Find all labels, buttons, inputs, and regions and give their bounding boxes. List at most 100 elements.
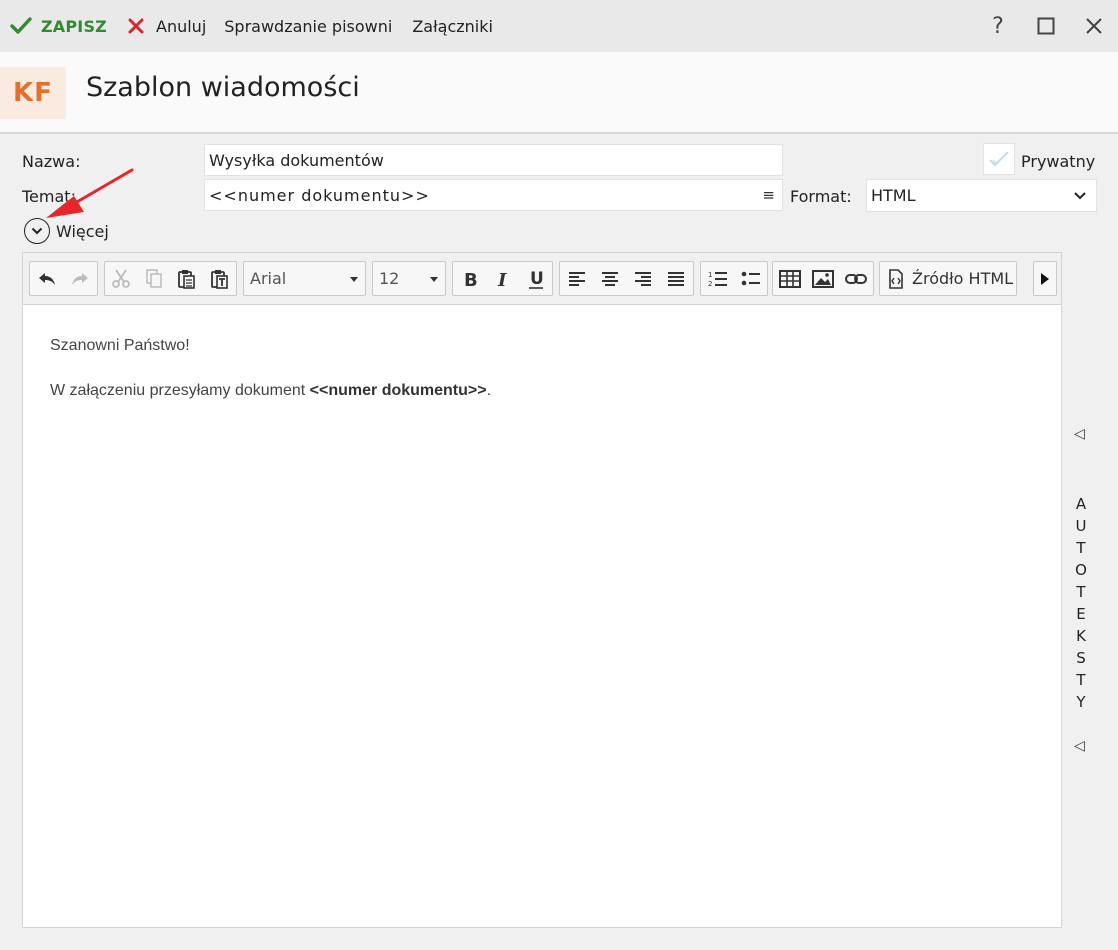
document-number-placeholder: <<numer dokumentu>> xyxy=(309,382,487,399)
bold-icon: B xyxy=(464,270,477,288)
attachments-button[interactable]: Załączniki xyxy=(412,0,493,52)
close-x-icon xyxy=(128,18,144,34)
body-prefix: W załączeniu przesyłamy dokument xyxy=(50,382,310,399)
editor-toolbar: Arial 12 B I U 1 2 Źródło HTML xyxy=(23,253,1061,305)
font-family-value: Arial xyxy=(250,269,287,288)
triangle-left-icon[interactable]: ◁ xyxy=(1074,426,1085,442)
align-justify-button[interactable] xyxy=(659,262,692,295)
html-source-button[interactable]: Źródło HTML xyxy=(879,261,1017,296)
autotext-letter: Y xyxy=(1076,693,1086,711)
menu-icon[interactable]: ≡ xyxy=(762,186,776,204)
bold-button[interactable]: B xyxy=(453,262,486,295)
save-button[interactable]: ZAPISZ xyxy=(10,0,107,52)
autotext-letter: T xyxy=(1076,671,1086,689)
list-group: 12 xyxy=(700,261,768,296)
align-center-button[interactable] xyxy=(593,262,626,295)
paste-icon xyxy=(177,269,195,289)
save-label: ZAPISZ xyxy=(41,16,107,36)
image-icon xyxy=(811,269,834,288)
alignment-group xyxy=(559,261,694,296)
font-size-select[interactable]: 12 xyxy=(372,261,446,296)
redo-icon xyxy=(71,272,88,285)
check-icon xyxy=(989,151,1009,167)
copy-button[interactable] xyxy=(138,262,171,295)
rich-text-editor: Arial 12 B I U 1 2 Źródło HTML Szanowni … xyxy=(22,252,1062,928)
help-button[interactable]: ? xyxy=(974,0,1022,52)
name-value: Wysyłka dokumentów xyxy=(209,150,384,170)
dropdown-caret-icon xyxy=(430,277,438,282)
cancel-button[interactable]: Anuluj xyxy=(127,0,206,52)
spellcheck-button[interactable]: Sprawdzanie pisowni xyxy=(224,0,392,52)
more-label: Więcej xyxy=(56,221,109,241)
history-group xyxy=(29,261,98,296)
help-icon: ? xyxy=(992,13,1004,39)
numbered-list-icon: 12 xyxy=(708,271,727,288)
cancel-label: Anuluj xyxy=(156,16,207,36)
autotext-letter: U xyxy=(1075,517,1087,535)
autotext-letter: K xyxy=(1076,627,1086,645)
font-family-select[interactable]: Arial xyxy=(243,261,366,296)
underline-icon: U xyxy=(528,269,544,289)
link-icon xyxy=(844,273,867,284)
paste-button[interactable] xyxy=(171,262,204,295)
triangle-left-icon[interactable]: ◁ xyxy=(1074,738,1085,754)
image-button[interactable] xyxy=(806,262,839,295)
text-style-group: B I U xyxy=(452,261,553,296)
body-paragraph: W załączeniu przesyłamy dokument <<numer… xyxy=(50,382,491,400)
top-toolbar: ZAPISZ Anuluj Sprawdzanie pisowni Załącz… xyxy=(0,0,1118,52)
paste-text-button[interactable] xyxy=(203,262,236,295)
cut-button[interactable] xyxy=(105,262,138,295)
table-button[interactable] xyxy=(773,262,806,295)
html-source-label: Źródło HTML xyxy=(912,269,1014,288)
annotation-arrow-icon xyxy=(46,168,134,218)
numbered-list-button[interactable]: 12 xyxy=(701,262,734,295)
toolbar-expand-button[interactable] xyxy=(1033,261,1057,296)
page-title: Szablon wiadomości xyxy=(86,72,360,103)
close-icon xyxy=(1086,18,1102,34)
maximize-button[interactable] xyxy=(1022,0,1070,52)
format-select[interactable]: HTML xyxy=(866,179,1097,212)
align-center-icon xyxy=(601,271,618,286)
autotext-letter: E xyxy=(1076,605,1086,623)
private-label: Prywatny xyxy=(1021,152,1096,171)
autotext-letter: T xyxy=(1076,539,1086,557)
svg-text:1: 1 xyxy=(708,271,712,279)
maximize-icon xyxy=(1037,17,1055,35)
close-window-button[interactable] xyxy=(1070,0,1118,52)
greeting-paragraph: Szanowni Państwo! xyxy=(50,337,190,354)
font-size-value: 12 xyxy=(379,269,400,288)
underline-button[interactable]: U xyxy=(519,262,552,295)
svg-text:I: I xyxy=(497,270,507,288)
bullet-list-icon xyxy=(741,271,760,285)
body-suffix: . xyxy=(486,382,492,399)
align-left-button[interactable] xyxy=(560,262,593,295)
align-right-icon xyxy=(634,271,651,286)
italic-button[interactable]: I xyxy=(486,262,519,295)
cut-icon xyxy=(112,269,131,288)
spellcheck-label: Sprawdzanie pisowni xyxy=(224,16,393,36)
window-controls: ? xyxy=(974,0,1118,52)
svg-text:B: B xyxy=(464,270,477,288)
attachments-label: Załączniki xyxy=(412,16,493,36)
format-label: Format: xyxy=(790,187,852,206)
align-right-button[interactable] xyxy=(626,262,659,295)
format-value: HTML xyxy=(871,186,916,205)
align-justify-icon xyxy=(667,271,684,286)
private-checkbox[interactable] xyxy=(983,143,1015,175)
redo-button[interactable] xyxy=(63,262,96,295)
name-field[interactable]: Wysyłka dokumentów xyxy=(204,144,783,176)
table-icon xyxy=(778,269,801,288)
bullet-list-button[interactable] xyxy=(734,262,767,295)
clipboard-group xyxy=(104,261,237,296)
dropdown-caret-icon xyxy=(350,277,358,282)
editor-content[interactable]: Szanowni Państwo! W załączeniu przesyłam… xyxy=(50,337,491,427)
autotext-letter: O xyxy=(1075,561,1087,579)
svg-text:U: U xyxy=(530,269,544,289)
undo-button[interactable] xyxy=(30,262,63,295)
avatar: KF xyxy=(0,67,66,119)
subject-value: <<numer dokumentu>> xyxy=(209,185,430,205)
subject-field[interactable]: <<numer dokumentu>> ≡ xyxy=(204,179,783,211)
autotext-tab[interactable]: A U T O T E K S T Y xyxy=(1075,493,1087,713)
autotext-letter: S xyxy=(1076,649,1086,667)
link-button[interactable] xyxy=(839,262,872,295)
